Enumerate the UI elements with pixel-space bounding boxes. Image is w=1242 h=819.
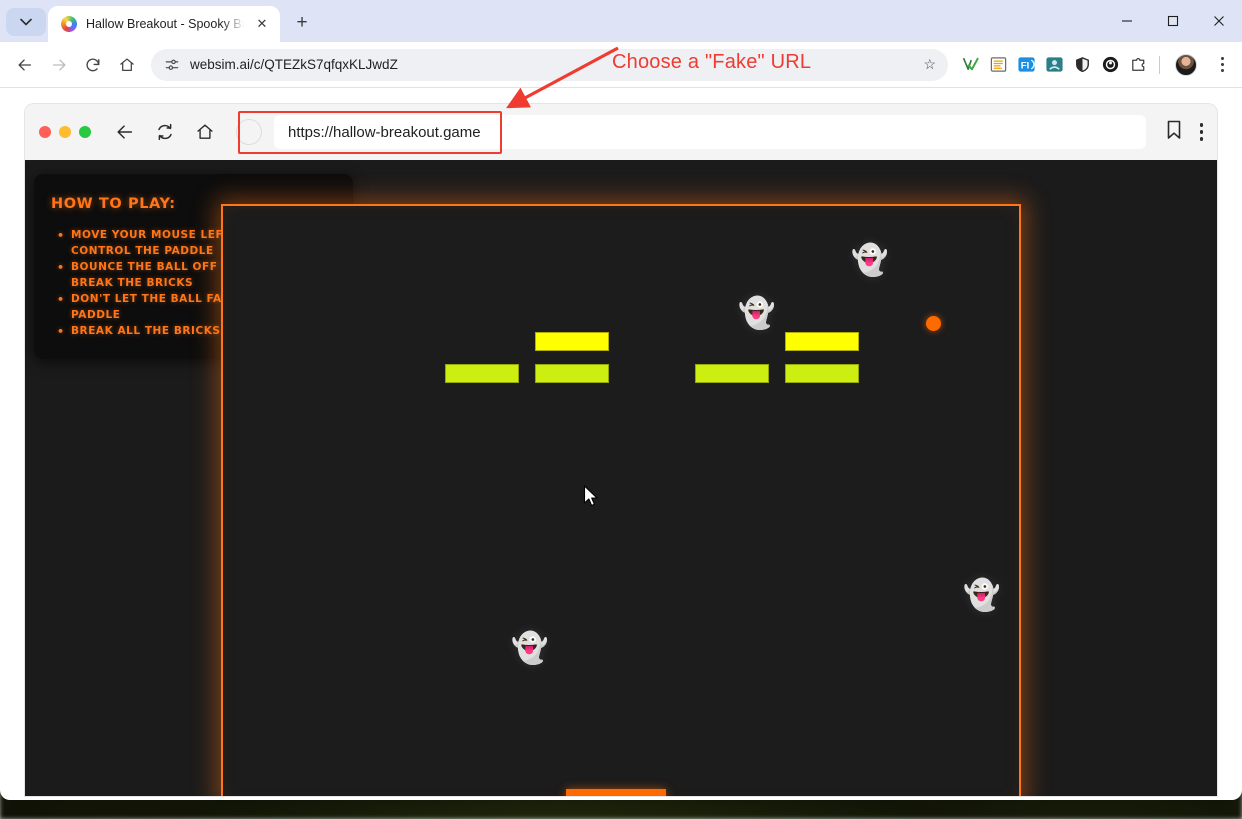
ghost-lower-left: 👻 bbox=[511, 632, 549, 665]
game-page: HOW TO PLAY: MOVE YOUR MOUSE LEFT AND RI… bbox=[25, 160, 1217, 796]
window-controls bbox=[1104, 0, 1242, 42]
new-tab-button[interactable]: + bbox=[288, 9, 316, 37]
simulated-toolbar-actions bbox=[1156, 119, 1203, 146]
minimize-icon bbox=[1122, 20, 1132, 22]
fullscreen-traffic-light[interactable] bbox=[79, 126, 91, 138]
tab-strip: Hallow Breakout - Spooky Brick ✕ + bbox=[0, 0, 1242, 42]
grammar-check-extension-icon[interactable] bbox=[960, 55, 980, 75]
ghost-top-right: 👻 bbox=[851, 244, 889, 277]
tab-title: Hallow Breakout - Spooky Brick bbox=[86, 17, 244, 31]
teal-extension-icon[interactable] bbox=[1044, 55, 1064, 75]
forward-button[interactable] bbox=[43, 49, 75, 81]
url-highlight-box bbox=[238, 111, 502, 154]
chevron-down-icon bbox=[20, 18, 32, 26]
address-bar[interactable]: websim.ai/c/QTEZkS7qfqxKLJwdZ ☆ bbox=[151, 48, 948, 81]
puzzle-extensions-icon[interactable] bbox=[1128, 55, 1148, 75]
reload-button[interactable] bbox=[77, 49, 109, 81]
ghost-lower-right: 👻 bbox=[963, 579, 1001, 612]
maximize-button[interactable] bbox=[1150, 0, 1196, 42]
brick bbox=[535, 332, 609, 351]
reader-list-extension-icon[interactable] bbox=[988, 55, 1008, 75]
tab-favicon bbox=[61, 16, 77, 32]
chrome-menu-button[interactable] bbox=[1211, 57, 1233, 72]
simulated-back-button[interactable] bbox=[110, 117, 140, 147]
brick bbox=[535, 364, 609, 383]
profile-avatar[interactable] bbox=[1175, 53, 1197, 76]
maximize-icon bbox=[1167, 15, 1179, 27]
arrow-left-icon bbox=[18, 58, 32, 71]
close-traffic-light[interactable] bbox=[39, 126, 51, 138]
breakout-game-canvas[interactable]: 👻 👻 👻 👻 bbox=[221, 204, 1021, 796]
close-window-button[interactable] bbox=[1196, 0, 1242, 42]
simulated-home-button[interactable] bbox=[190, 117, 220, 147]
extensions-toolbar: FI bbox=[956, 53, 1233, 76]
chrome-browser-window: Hallow Breakout - Spooky Brick ✕ + websi… bbox=[0, 0, 1242, 800]
tab-close-button[interactable]: ✕ bbox=[253, 15, 271, 33]
annotation-caption: Choose a "Fake" URL bbox=[612, 51, 812, 73]
home-icon bbox=[197, 124, 213, 139]
minimize-button[interactable] bbox=[1104, 0, 1150, 42]
svg-text:FI: FI bbox=[1020, 60, 1028, 71]
brick bbox=[785, 332, 859, 351]
shield-extension-icon[interactable] bbox=[1072, 55, 1092, 75]
game-ball bbox=[926, 316, 941, 331]
fi-extension-icon[interactable]: FI bbox=[1016, 55, 1036, 75]
arrow-left-icon bbox=[117, 125, 133, 139]
reload-icon bbox=[158, 123, 172, 141]
toolbar-divider bbox=[1159, 55, 1160, 74]
simulated-browser-toolbar: https://hallow-breakout.game bbox=[25, 104, 1217, 160]
traffic-lights bbox=[39, 126, 91, 138]
close-icon bbox=[1214, 16, 1224, 26]
dark-circle-extension-icon[interactable] bbox=[1100, 55, 1120, 75]
back-button[interactable] bbox=[9, 49, 41, 81]
tab-search-button[interactable] bbox=[6, 8, 46, 36]
simulated-reload-button[interactable] bbox=[150, 117, 180, 147]
game-paddle[interactable] bbox=[566, 789, 666, 796]
simulated-menu-button[interactable] bbox=[1199, 123, 1203, 141]
home-button[interactable] bbox=[111, 49, 143, 81]
bookmark-icon[interactable] bbox=[1164, 119, 1184, 146]
browser-tab[interactable]: Hallow Breakout - Spooky Brick ✕ bbox=[48, 6, 280, 42]
brick bbox=[445, 364, 519, 383]
minimize-traffic-light[interactable] bbox=[59, 126, 71, 138]
reload-icon bbox=[86, 58, 100, 71]
site-settings-icon[interactable] bbox=[164, 57, 180, 73]
address-bar-url: websim.ai/c/QTEZkS7qfqxKLJwdZ bbox=[190, 57, 398, 72]
bookmark-star-icon[interactable]: ☆ bbox=[923, 56, 936, 73]
arrow-right-icon bbox=[52, 58, 66, 71]
brick bbox=[695, 364, 769, 383]
ghost-middle: 👻 bbox=[738, 297, 776, 330]
home-icon bbox=[120, 57, 134, 71]
brick bbox=[785, 364, 859, 383]
simulated-browser-frame: https://hallow-breakout.game HOW TO PLAY… bbox=[25, 104, 1217, 796]
